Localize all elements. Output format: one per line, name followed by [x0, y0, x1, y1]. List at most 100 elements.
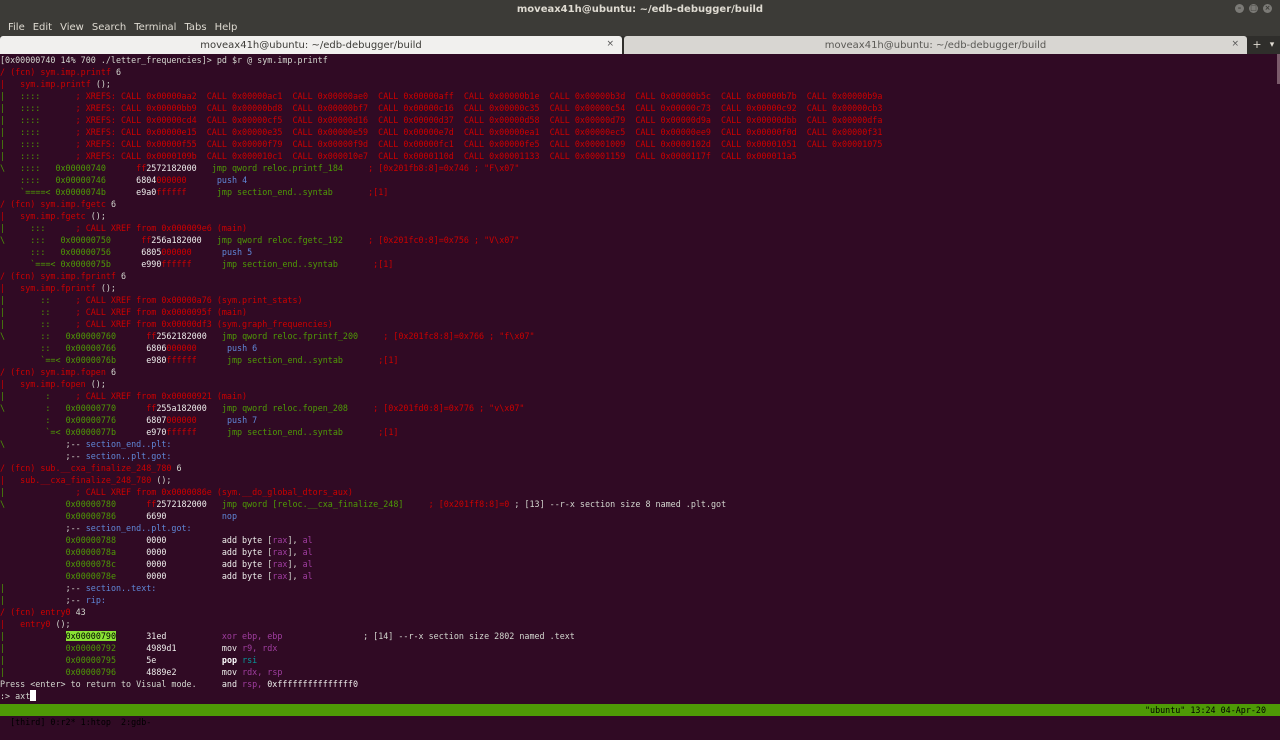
terminal-line: | :::: ; XREFS: CALL 0x00000e15 CALL 0x0…: [0, 126, 1280, 138]
terminal-text: \ :::: [0, 235, 61, 245]
terminal-text: ; [0x201fb8:8]=0x746 ; "F\x07": [342, 163, 520, 173]
terminal-text: section..text:: [85, 583, 157, 593]
terminal-text: jmp qword reloc.fopen_208: [221, 403, 348, 413]
terminal-line: | 0x00000792 4989d1 mov r9, rdx: [0, 642, 1280, 654]
menu-help[interactable]: Help: [211, 22, 242, 33]
terminal-text: 0x0000078e: [65, 571, 147, 581]
terminal-text: 256a182000: [151, 235, 202, 245]
terminal-text: ffffff: [166, 427, 197, 437]
tab-menu-icon[interactable]: ▾: [1267, 36, 1277, 54]
terminal-text: [0x00000740 14% 700 ./letter_frequencies…: [0, 55, 328, 65]
terminal-text: push 4: [216, 175, 248, 185]
terminal-text: / (fcn) sym.imp.printf: [0, 67, 116, 77]
terminal-text: `==<: [0, 355, 66, 365]
terminal-output[interactable]: [0x00000740 14% 700 ./letter_frequencies…: [0, 54, 1280, 704]
terminal-text: ::::: [0, 175, 56, 185]
terminal-text: / (fcn) sub.__cxa_finalize_248_780: [0, 463, 177, 473]
terminal-line: | : ; CALL XREF from 0x00000921 (main): [0, 390, 1280, 402]
tab-2[interactable]: moveax41h@ubuntu: ~/edb-debugger/build ×: [624, 36, 1247, 54]
terminal-text: | ::::: [0, 103, 76, 113]
terminal-text: ();: [55, 619, 71, 629]
menu-edit[interactable]: Edit: [29, 22, 56, 33]
terminal-text: ; XREFS: CALL 0x00000f55 CALL 0x00000f79…: [75, 139, 883, 149]
terminal-text: 0x0000077b: [65, 427, 147, 437]
terminal-text: | :::: [0, 223, 76, 233]
terminal-text: ; XREFS: CALL 0x00000cd4 CALL 0x00000cf5…: [75, 115, 883, 125]
terminal-line: / (fcn) sym.imp.fopen 6: [0, 366, 1280, 378]
terminal-text: 5e: [146, 655, 157, 665]
terminal-text: 0x00000756: [60, 247, 142, 257]
terminal-text: 4889e2: [146, 667, 177, 677]
close-icon[interactable]: ×: [606, 39, 614, 49]
tab-bar: moveax41h@ubuntu: ~/edb-debugger/build ×…: [0, 36, 1280, 54]
terminal-text: push 6: [226, 343, 258, 353]
terminal-text: 6807: [146, 415, 167, 425]
terminal-line: | :::: ; XREFS: CALL 0x00000f55 CALL 0x0…: [0, 138, 1280, 150]
terminal-text: :::: [0, 247, 61, 257]
close-icon[interactable]: ×: [1263, 4, 1272, 13]
terminal-text: 000000: [166, 343, 197, 353]
terminal-text: |: [0, 655, 66, 665]
terminal-text: 6806: [146, 343, 167, 353]
status-left: [third] 0:r2* 1:htop 2:gdb-: [10, 717, 152, 727]
terminal-text: rsi: [242, 655, 258, 665]
terminal-text: 0x0000075b: [60, 259, 142, 269]
menu-search[interactable]: Search: [88, 22, 130, 33]
terminal-line: `====< 0x0000074b e9a0ffffff jmp section…: [0, 186, 1280, 198]
menu-tabs[interactable]: Tabs: [180, 22, 210, 33]
terminal-line: :::: 0x00000746 6804000000 push 4: [0, 174, 1280, 186]
terminal-line: \ :::: 0x00000740 ff2572182000 jmp qword…: [0, 162, 1280, 174]
terminal-line: | :::: ; XREFS: CALL 0x00000bb9 CALL 0x0…: [0, 102, 1280, 114]
terminal-text: 0x0000076b: [65, 355, 147, 365]
terminal-line: | 0x00000796 4889e2 mov rdx, rsp: [0, 666, 1280, 678]
terminal-text: jmp qword reloc.fprintf_200: [221, 331, 359, 341]
minimize-icon[interactable]: –: [1235, 4, 1244, 13]
terminal-line: ;-- section..plt.got:: [0, 450, 1280, 462]
terminal-text: e9a0: [136, 187, 157, 197]
terminal-text: | entry0: [0, 619, 56, 629]
terminal-text: 0x00000746: [55, 175, 137, 185]
tab-1[interactable]: moveax41h@ubuntu: ~/edb-debugger/build ×: [0, 36, 622, 54]
menubar: File Edit View Search Terminal Tabs Help: [0, 19, 1280, 36]
terminal-text: 0x0000078a: [65, 547, 147, 557]
terminal-text: ; CALL XREF from 0x00000a76 (sym.print_s…: [75, 295, 303, 305]
terminal-line: : 0x00000776 6807000000 push 7: [0, 414, 1280, 426]
terminal-line: | sym.imp.fopen ();: [0, 378, 1280, 390]
terminal-text: |: [0, 643, 66, 653]
terminal-text: section_end..plt:: [85, 439, 172, 449]
terminal-line: \ ;-- section_end..plt:: [0, 438, 1280, 450]
terminal-line: 0x0000078a 0000 add byte [rax], al: [0, 546, 1280, 558]
terminal-text: ],: [287, 547, 303, 557]
close-icon[interactable]: ×: [1231, 39, 1239, 49]
maximize-icon[interactable]: □: [1249, 4, 1258, 13]
terminal-text: ;--: [65, 439, 86, 449]
menu-terminal[interactable]: Terminal: [130, 22, 180, 33]
terminal-text: 31ed: [146, 631, 167, 641]
terminal-text: ; CALL XREF from 0x000009e6 (main): [75, 223, 248, 233]
command-prompt[interactable]: :> axt: [0, 690, 37, 702]
terminal-text: add byte: [221, 559, 268, 569]
terminal-line: [0x00000740 14% 700 ./letter_frequencies…: [0, 54, 1280, 66]
terminal-line: `===< 0x0000075b e990ffffff jmp section_…: [0, 258, 1280, 270]
terminal-text: :: [0, 415, 66, 425]
terminal-text: ;--: [65, 583, 86, 593]
new-tab-icon[interactable]: +: [1247, 36, 1267, 54]
terminal-text: section_end..plt.got:: [85, 523, 192, 533]
menu-view[interactable]: View: [56, 22, 88, 33]
menu-file[interactable]: File: [4, 22, 29, 33]
terminal-text: al: [302, 559, 313, 569]
